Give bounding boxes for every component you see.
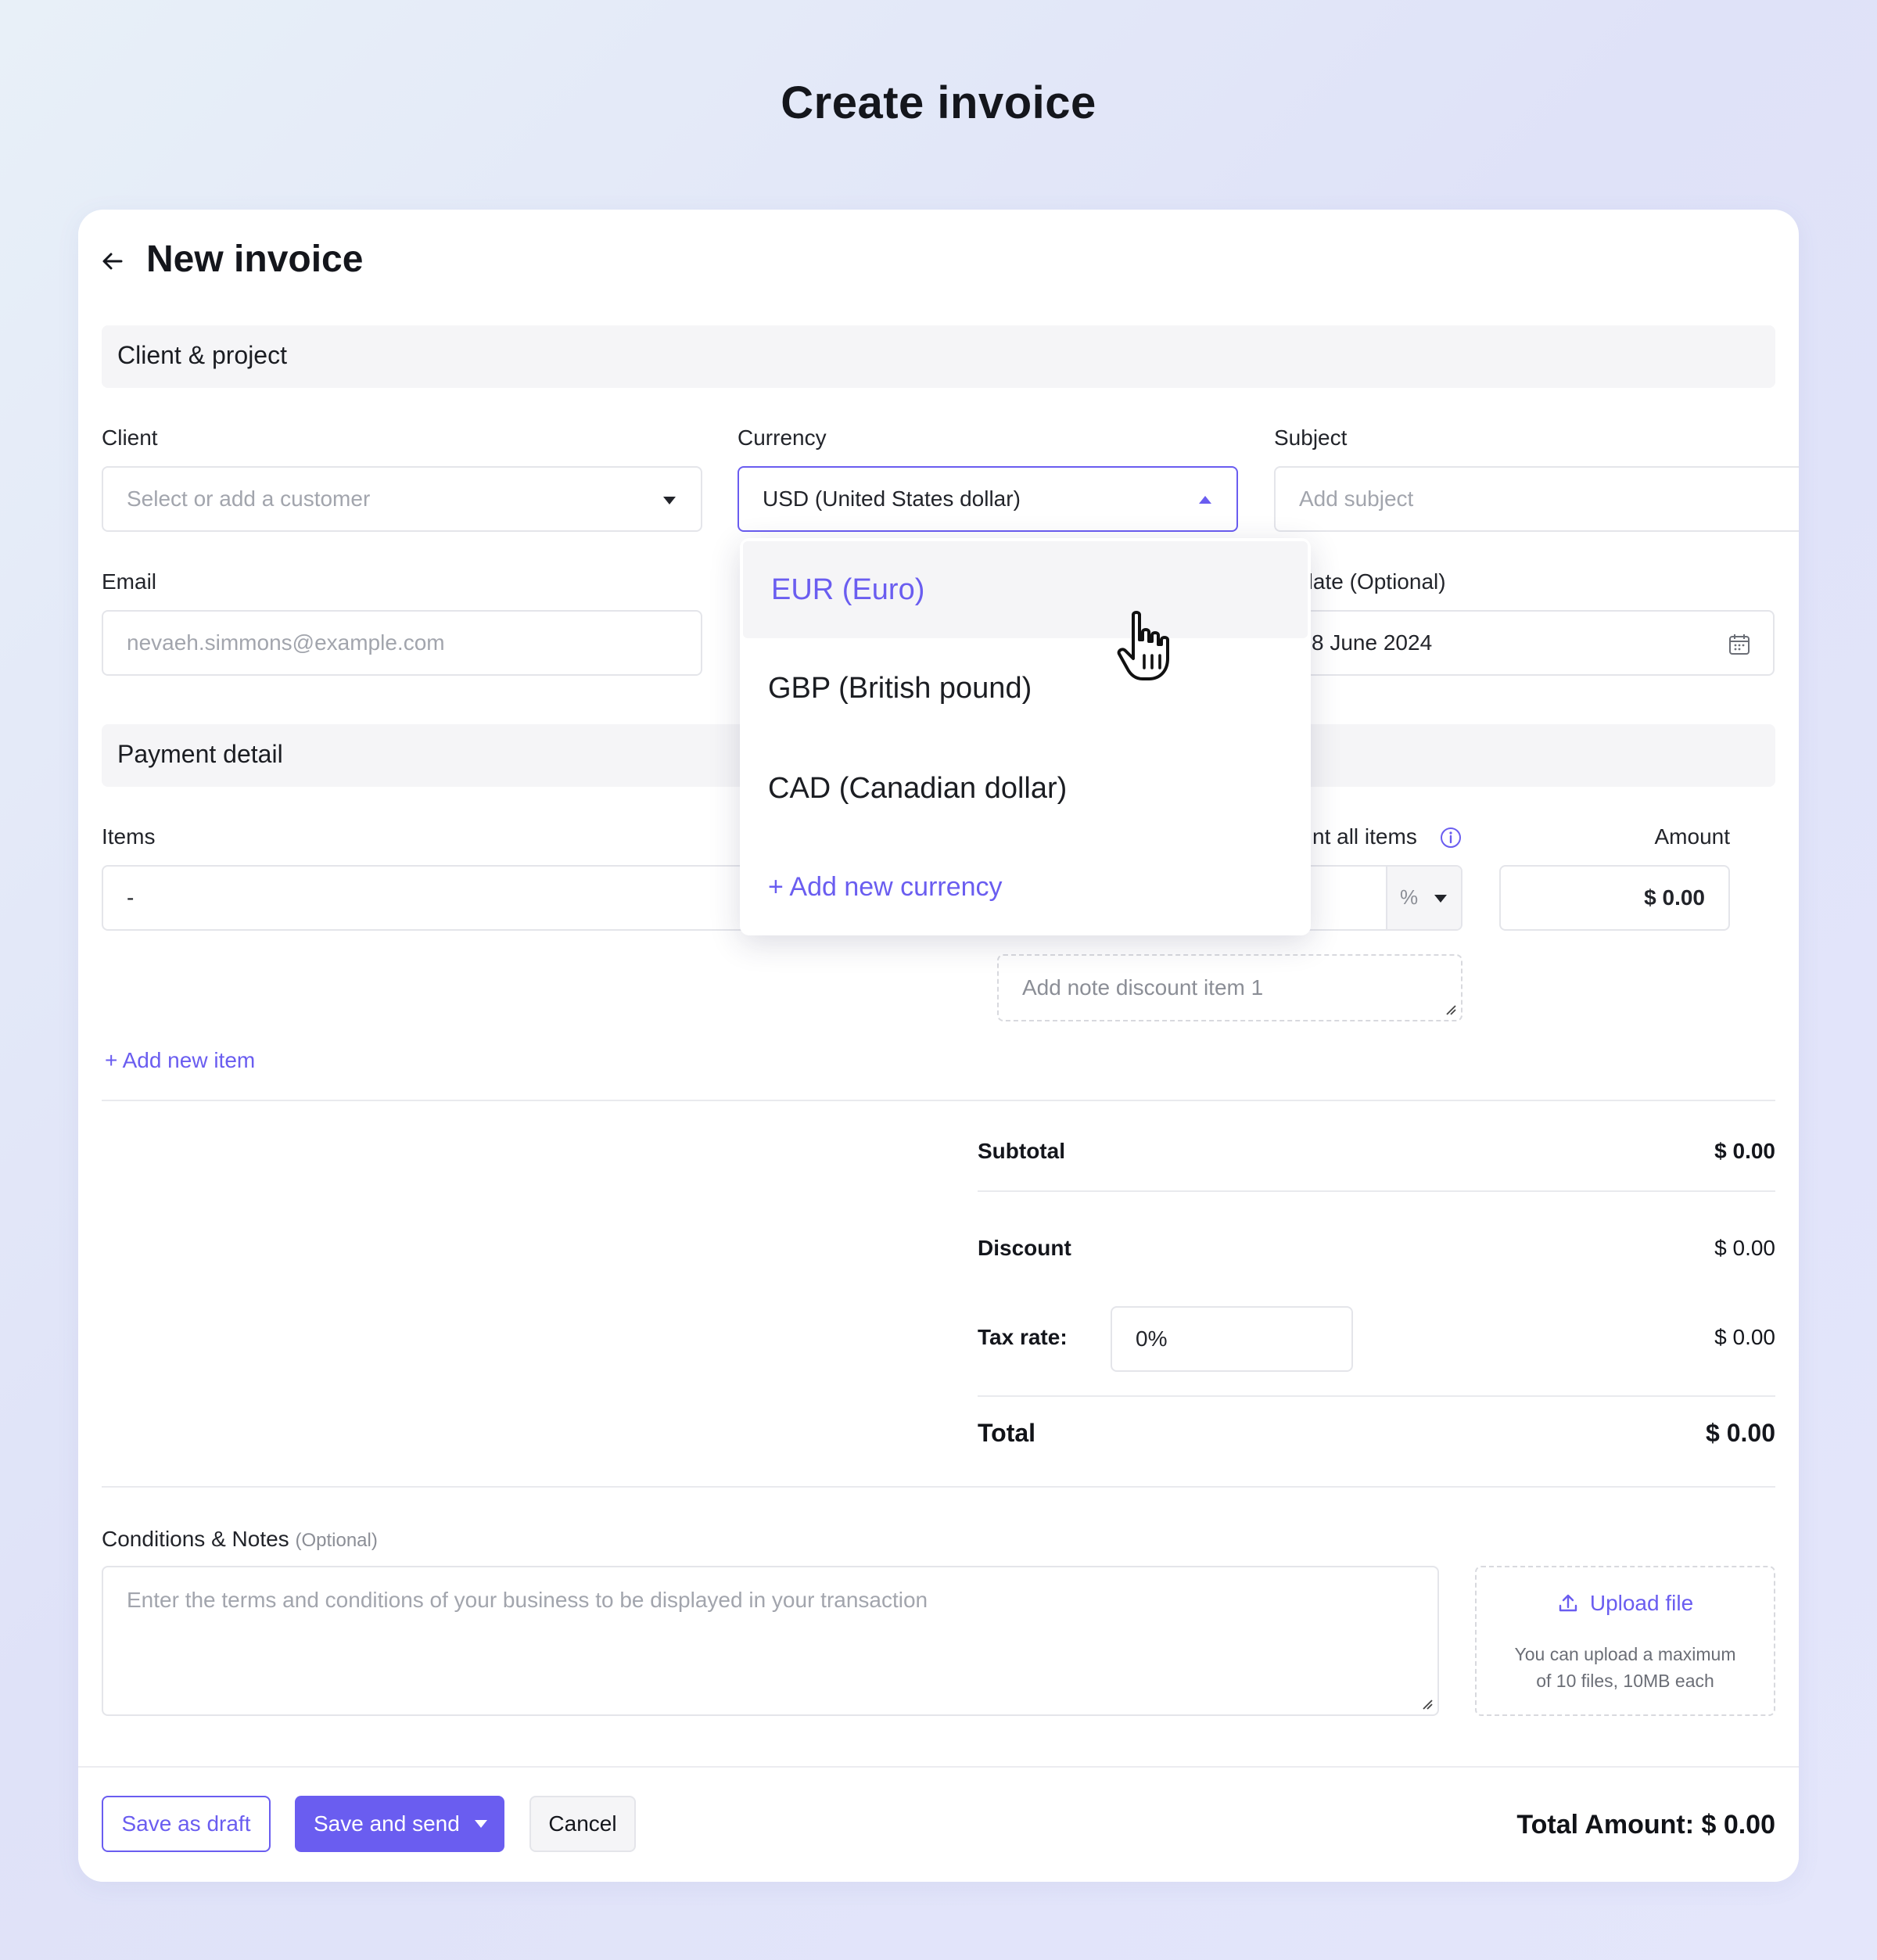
- hand-cursor-icon: [1117, 611, 1169, 680]
- divider: [978, 1190, 1775, 1192]
- subject-input[interactable]: Add subject: [1274, 466, 1799, 532]
- email-input[interactable]: nevaeh.simmons@example.com: [102, 610, 702, 676]
- footer-bar: Save as draft Save and send Cancel Total…: [78, 1766, 1799, 1882]
- upload-hint-line2: of 10 files, 10MB each: [1536, 1671, 1714, 1691]
- add-new-currency-link[interactable]: + Add new currency: [740, 838, 1311, 935]
- tax-rate-input[interactable]: 0%: [1111, 1306, 1353, 1372]
- currency-select[interactable]: USD (United States dollar): [738, 466, 1238, 532]
- discount-note-input[interactable]: Add note discount item 1: [997, 954, 1462, 1021]
- items-label: Items: [102, 824, 156, 849]
- subtotal-value: $ 0.00: [1714, 1139, 1775, 1163]
- client-select[interactable]: Select or add a customer: [102, 466, 702, 532]
- total-value: $ 0.00: [1706, 1419, 1775, 1447]
- add-new-item-link[interactable]: + Add new item: [105, 1048, 255, 1073]
- cancel-button[interactable]: Cancel: [529, 1796, 636, 1852]
- calendar-icon[interactable]: [1728, 633, 1751, 656]
- discount-unit-select[interactable]: %: [1386, 867, 1461, 929]
- notes-textarea[interactable]: Enter the terms and conditions of your b…: [102, 1566, 1439, 1716]
- due-date-input[interactable]: 8 June 2024: [1274, 610, 1775, 676]
- save-and-send-label: Save and send: [314, 1811, 460, 1836]
- due-date-value: 8 June 2024: [1312, 630, 1433, 655]
- client-placeholder: Select or add a customer: [127, 486, 371, 511]
- amount-field: $ 0.00: [1499, 865, 1730, 931]
- upload-file-button[interactable]: Upload file: [1477, 1591, 1774, 1616]
- currency-option-gbp[interactable]: GBP (British pound): [740, 640, 1311, 737]
- discount-value: $ 0.00: [1714, 1236, 1775, 1260]
- chevron-down-icon: [663, 497, 676, 504]
- client-label: Client: [102, 425, 158, 450]
- chevron-down-icon: [1434, 895, 1447, 903]
- upload-icon: [1559, 1594, 1577, 1612]
- save-and-send-button[interactable]: Save and send: [295, 1796, 504, 1852]
- total-amount: Total Amount: $ 0.00: [1516, 1810, 1775, 1840]
- upload-file-label: Upload file: [1589, 1591, 1694, 1615]
- resize-handle-icon[interactable]: [1445, 1004, 1456, 1015]
- section-client-project: Client & project: [102, 325, 1775, 388]
- amount-label: Amount: [1654, 824, 1731, 849]
- arrow-left-icon[interactable]: [100, 249, 125, 274]
- currency-option-cad[interactable]: CAD (Canadian dollar): [740, 740, 1311, 837]
- currency-option-eur[interactable]: EUR (Euro): [743, 541, 1308, 638]
- item-name-value: -: [127, 885, 135, 910]
- currency-label: Currency: [738, 425, 827, 450]
- subtotal-label: Subtotal: [978, 1139, 1065, 1163]
- upload-hint-line1: You can upload a maximum: [1514, 1644, 1736, 1664]
- tax-rate-value: 0%: [1136, 1326, 1168, 1351]
- email-placeholder: nevaeh.simmons@example.com: [127, 630, 445, 655]
- item-name-input[interactable]: -: [102, 865, 806, 931]
- chevron-down-icon[interactable]: [475, 1820, 487, 1828]
- resize-handle-icon[interactable]: [1422, 1699, 1433, 1710]
- card-title: New invoice: [146, 239, 364, 280]
- chevron-up-icon: [1199, 496, 1211, 504]
- tax-rate-label: Tax rate:: [978, 1325, 1068, 1349]
- notes-label: Conditions & Notes: [102, 1527, 289, 1551]
- currency-dropdown: EUR (Euro) GBP (British pound) CAD (Cana…: [740, 538, 1311, 935]
- save-as-draft-button[interactable]: Save as draft: [102, 1796, 271, 1852]
- divider: [102, 1100, 1775, 1101]
- tax-value: $ 0.00: [1714, 1325, 1775, 1349]
- amount-value: $ 0.00: [1644, 885, 1705, 910]
- subject-placeholder: Add subject: [1299, 486, 1414, 511]
- upload-hint: You can upload a maximum of 10 files, 10…: [1477, 1641, 1774, 1694]
- upload-dropzone[interactable]: Upload file You can upload a maximum of …: [1475, 1566, 1775, 1716]
- divider: [102, 1486, 1775, 1488]
- subject-label: Subject: [1274, 425, 1348, 450]
- divider: [978, 1395, 1775, 1397]
- invoice-card: New invoice Client & project Client Sele…: [78, 210, 1799, 1882]
- currency-value: USD (United States dollar): [763, 486, 1021, 511]
- discount-note-placeholder: Add note discount item 1: [1022, 975, 1264, 1000]
- total-label: Total: [978, 1419, 1036, 1447]
- discount-all-label: nt all items: [1312, 824, 1417, 849]
- notes-label-group: Conditions & Notes (Optional): [102, 1527, 378, 1552]
- discount-label: Discount: [978, 1236, 1071, 1260]
- email-label: Email: [102, 569, 157, 594]
- notes-placeholder: Enter the terms and conditions of your b…: [127, 1588, 928, 1612]
- discount-unit: %: [1400, 885, 1419, 909]
- page-title: Create invoice: [781, 77, 1096, 128]
- notes-optional: (Optional): [295, 1530, 378, 1551]
